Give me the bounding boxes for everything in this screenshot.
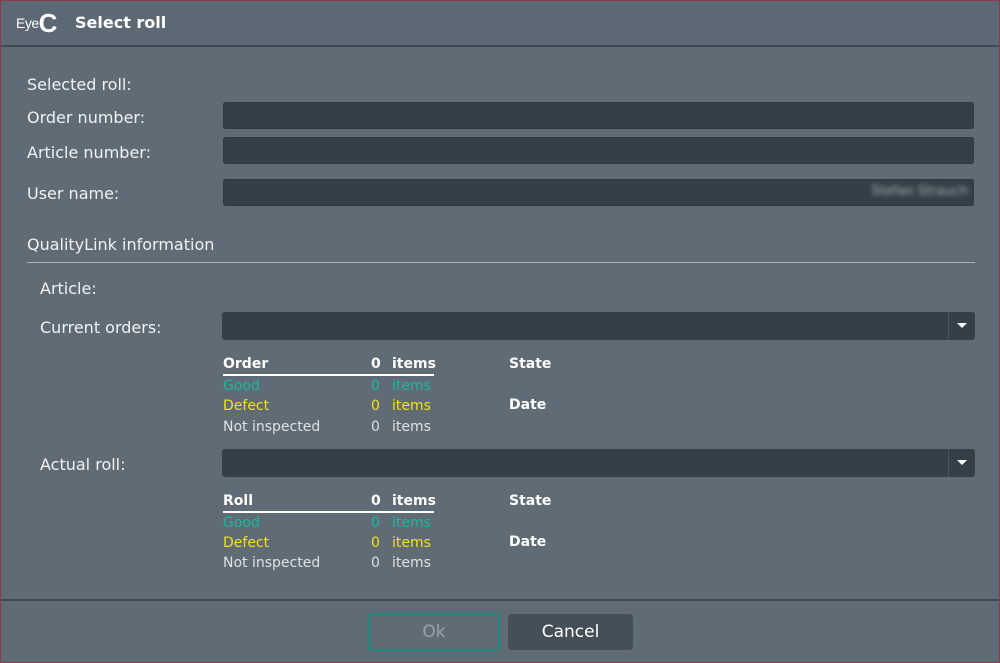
actual-roll-label: Actual roll: — [40, 455, 126, 474]
user-name-field[interactable]: Stefan Strauch — [223, 179, 974, 206]
roll-good-label: Good — [223, 515, 260, 531]
roll-good-unit: items — [392, 515, 431, 531]
roll-defect-unit: items — [392, 535, 431, 551]
orders-defect-label: Defect — [223, 398, 270, 414]
roll-header-state: State — [509, 493, 552, 509]
orders-header-name: Order — [223, 356, 269, 372]
roll-header-underline — [223, 511, 434, 513]
chevron-down-icon[interactable] — [948, 312, 975, 340]
orders-not-inspected-label: Not inspected — [223, 419, 321, 435]
logo-c-glyph: C — [38, 8, 58, 38]
current-orders-dropdown[interactable] — [222, 312, 975, 340]
orders-good-count: 0 — [371, 378, 380, 394]
orders-not-inspected-unit: items — [392, 419, 431, 435]
roll-date-label: Date — [509, 534, 547, 550]
orders-good-unit: items — [392, 378, 431, 394]
chevron-down-icon[interactable] — [948, 449, 975, 477]
roll-header-count: 0 — [371, 493, 381, 509]
roll-header-name: Roll — [223, 493, 253, 509]
orders-good-label: Good — [223, 378, 260, 394]
cancel-button[interactable]: Cancel — [508, 614, 633, 650]
roll-not-inspected-count: 0 — [371, 555, 380, 571]
article-label: Article: — [40, 279, 97, 298]
actual-roll-dropdown[interactable] — [222, 449, 975, 477]
ok-button[interactable]: Ok — [368, 613, 500, 651]
orders-header-unit: items — [392, 356, 436, 372]
article-number-label: Article number: — [27, 143, 151, 162]
selected-roll-heading: Selected roll: — [27, 75, 132, 94]
roll-defect-label: Defect — [223, 535, 270, 551]
roll-not-inspected-label: Not inspected — [223, 555, 321, 571]
orders-date-label: Date — [509, 397, 547, 413]
order-number-label: Order number: — [27, 108, 146, 127]
orders-defect-count: 0 — [371, 398, 380, 414]
orders-header-count: 0 — [371, 356, 381, 372]
orders-defect-unit: items — [392, 398, 431, 414]
roll-not-inspected-unit: items — [392, 555, 431, 571]
user-name-label: User name: — [27, 184, 120, 203]
orders-header-state: State — [509, 356, 552, 372]
dialog-title: Select roll — [75, 13, 167, 32]
section-divider — [27, 262, 975, 263]
title-bar: Eye C Select roll — [1, 1, 999, 47]
order-number-field[interactable] — [223, 102, 974, 129]
article-number-field[interactable] — [223, 137, 974, 164]
roll-defect-count: 0 — [371, 535, 380, 551]
select-roll-dialog: Eye C Select roll Selected roll: Order nu… — [0, 0, 1000, 663]
roll-header-unit: items — [392, 493, 436, 509]
logo-text: Eye — [16, 15, 39, 31]
current-orders-label: Current orders: — [40, 318, 162, 337]
user-name-value: Stefan Strauch — [871, 184, 968, 199]
roll-good-count: 0 — [371, 515, 380, 531]
orders-not-inspected-count: 0 — [371, 419, 380, 435]
footer-divider — [1, 599, 999, 601]
qualitylink-heading: QualityLink information — [27, 235, 215, 254]
orders-header-underline — [223, 374, 434, 376]
eyec-logo: Eye C — [16, 10, 57, 36]
